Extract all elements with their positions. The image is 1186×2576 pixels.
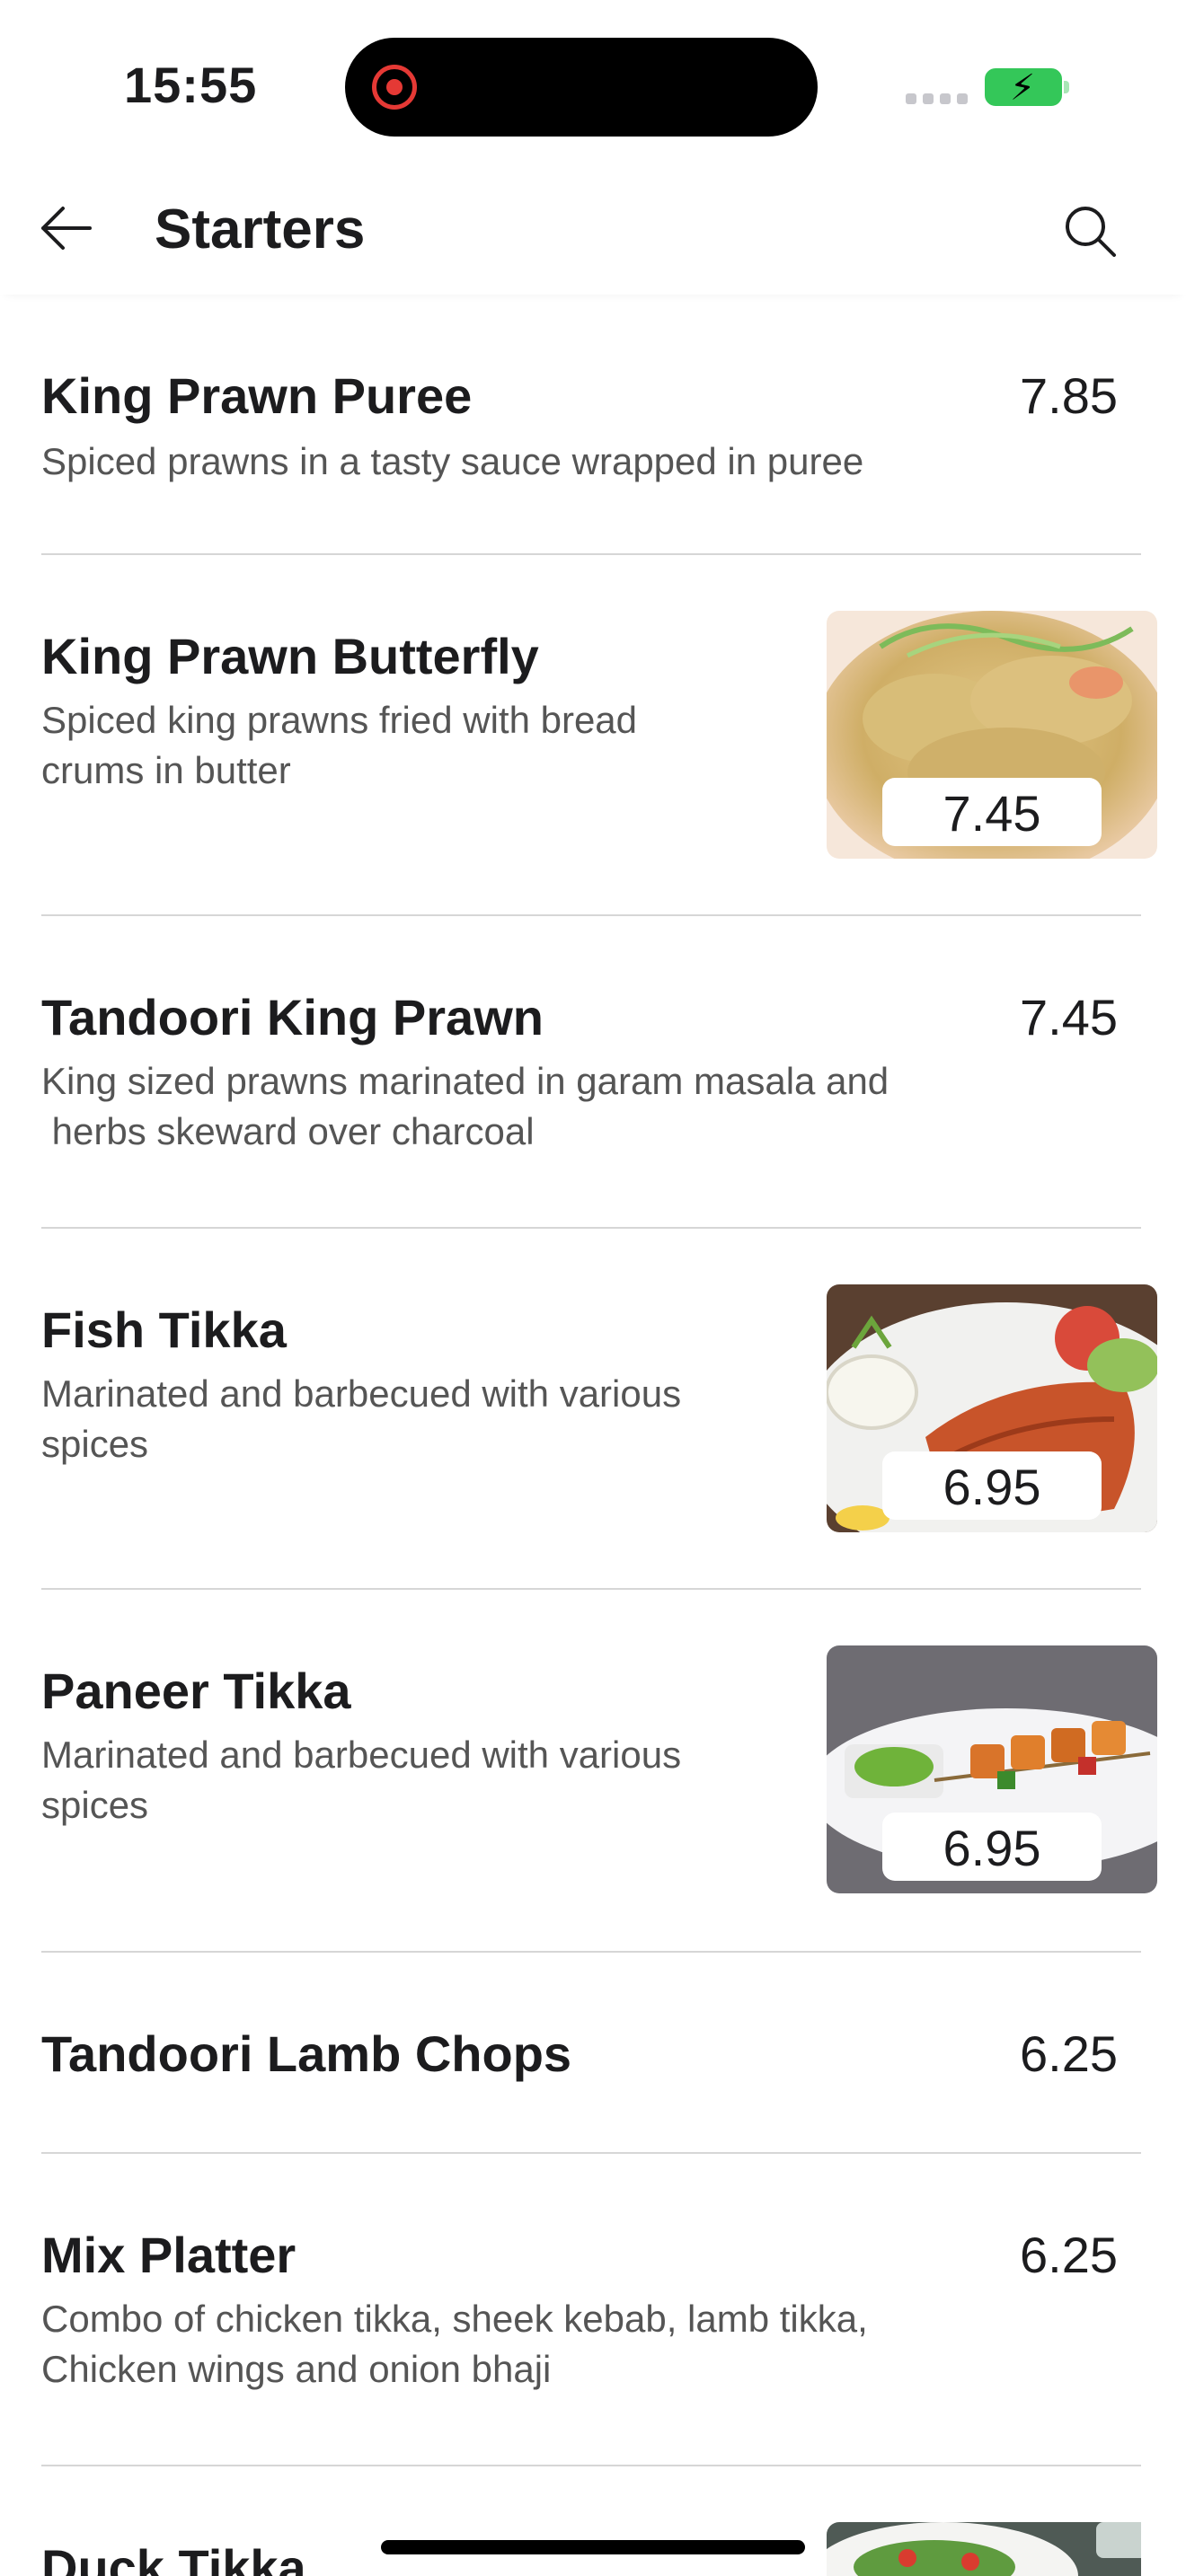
item-name: King Prawn Puree: [41, 367, 473, 424]
duck-tikka-image: [827, 2522, 1141, 2576]
item-description: Marinated and barbecued with various spi…: [41, 1734, 682, 1826]
page-title: Starters: [155, 198, 366, 260]
menu-item[interactable]: Tandoori Lamb Chops 6.25: [41, 1953, 1141, 2154]
status-bar: 15:55 ⚡: [0, 0, 1186, 162]
screen-recording-icon: [372, 65, 417, 110]
item-price: 7.45: [1020, 989, 1118, 1045]
item-price: 7.45: [882, 778, 1102, 846]
item-description: King sized prawns marinated in garam mas…: [41, 1060, 890, 1152]
home-indicator: [381, 2540, 805, 2554]
item-description: Combo of chicken tikka, sheek kebab, lam…: [41, 2298, 868, 2390]
item-price: 6.25: [1020, 2025, 1118, 2082]
item-price: 7.85: [1020, 367, 1118, 424]
item-name: Tandoori King Prawn: [41, 989, 544, 1045]
paneer-tikka-image: 6.95: [827, 1645, 1157, 1893]
menu-item[interactable]: King Prawn Puree 7.85 Spiced prawns in a…: [41, 295, 1141, 555]
item-price: 6.95: [882, 1813, 1102, 1881]
search-button[interactable]: [1060, 201, 1121, 262]
item-description: Spiced king prawns fried with bread crum…: [41, 699, 638, 791]
menu-item[interactable]: Mix Platter 6.25 Combo of chicken tikka,…: [41, 2154, 1141, 2466]
menu-item[interactable]: King Prawn Butterfly Spiced king prawns …: [41, 555, 1157, 916]
menu-item[interactable]: Paneer Tikka Marinated and barbecued wit…: [41, 1590, 1157, 1953]
item-name: King Prawn Butterfly: [41, 628, 539, 684]
item-description: Spiced prawns in a tasty sauce wrapped i…: [41, 440, 864, 482]
status-time: 15:55: [124, 57, 258, 113]
item-price: 6.25: [1020, 2227, 1118, 2283]
battery-charging-icon: ⚡: [985, 68, 1069, 106]
dynamic-island: [345, 38, 818, 137]
fish-tikka-image: 6.95: [827, 1284, 1157, 1532]
item-price: 6.95: [882, 1451, 1102, 1520]
nav-header: Starters: [0, 162, 1186, 295]
menu-item[interactable]: Duck Tikka: [41, 2466, 1141, 2576]
item-name: Tandoori Lamb Chops: [41, 2025, 572, 2082]
item-description: Marinated and barbecued with various spi…: [41, 1372, 682, 1465]
arrow-left-icon: [41, 207, 92, 250]
item-name: Duck Tikka: [41, 2539, 306, 2576]
signal-icon: [906, 93, 968, 104]
search-icon: [1066, 207, 1116, 257]
menu-item[interactable]: Tandoori King Prawn 7.45 King sized praw…: [41, 916, 1141, 1229]
item-name: Paneer Tikka: [41, 1663, 351, 1719]
menu-item[interactable]: Fish Tikka Marinated and barbecued with …: [41, 1229, 1157, 1590]
item-name: Mix Platter: [41, 2227, 296, 2283]
fried-prawns-image: 7.45: [827, 611, 1157, 859]
back-button[interactable]: [36, 201, 99, 255]
item-name: Fish Tikka: [41, 1301, 287, 1358]
